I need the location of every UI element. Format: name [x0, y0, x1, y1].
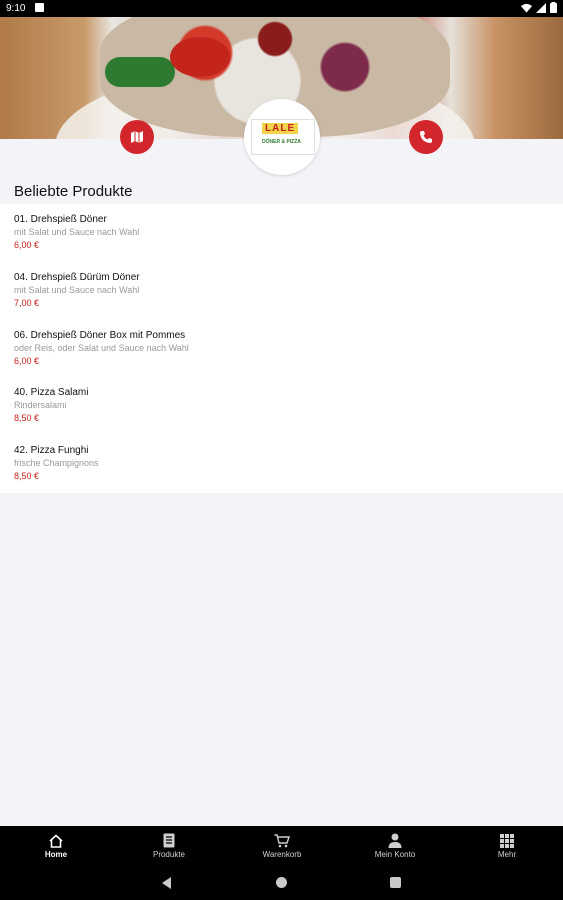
- bottom-navigation: Home Produkte Warenkorb Mein Konto Mehr: [0, 826, 563, 866]
- product-item[interactable]: 42. Pizza Funghi frische Champignons 8,5…: [14, 444, 534, 483]
- map-button[interactable]: [120, 120, 154, 154]
- recents-icon[interactable]: [390, 877, 401, 888]
- product-description: Rindersalami: [14, 400, 67, 410]
- hero-pepper: [105, 57, 175, 87]
- product-name: 42. Pizza Funghi: [14, 445, 89, 456]
- product-price: 6,00 €: [14, 240, 40, 250]
- phone-icon: [420, 131, 432, 143]
- menu-book-icon: [163, 833, 175, 848]
- notification-icon: [35, 3, 44, 12]
- product-item[interactable]: 04. Drehspieß Dürüm Döner mit Salat und …: [14, 271, 534, 310]
- home-icon: [49, 834, 63, 848]
- back-icon[interactable]: [162, 877, 171, 889]
- product-price: 7,00 €: [14, 298, 40, 308]
- product-description: mit Salat und Sauce nach Wahl: [14, 285, 140, 295]
- product-name: 40. Pizza Salami: [14, 387, 89, 398]
- logo-card: LALE DÖNER & PIZZA: [251, 119, 315, 155]
- product-item[interactable]: 01. Drehspieß Döner mit Salat und Sauce …: [14, 213, 534, 252]
- product-price: 8,50 €: [14, 471, 40, 481]
- product-name: 04. Drehspieß Dürüm Döner: [14, 272, 140, 283]
- product-name: 01. Drehspieß Döner: [14, 214, 107, 225]
- home-circle-icon[interactable]: [276, 877, 287, 888]
- status-bar: 9:10: [0, 0, 563, 17]
- battery-icon: [550, 2, 557, 13]
- nav-products[interactable]: Produkte: [113, 826, 225, 866]
- product-description: mit Salat und Sauce nach Wahl: [14, 227, 140, 237]
- nav-account[interactable]: Mein Konto: [339, 826, 451, 866]
- product-price: 8,50 €: [14, 413, 40, 423]
- product-description: frische Champignons: [14, 458, 99, 468]
- restaurant-logo: LALE DÖNER & PIZZA: [244, 99, 320, 175]
- product-list: 01. Drehspieß Döner mit Salat und Sauce …: [0, 204, 563, 493]
- status-time: 9:10: [6, 3, 26, 14]
- logo-brand-text: LALE: [262, 123, 299, 134]
- wifi-icon: [521, 3, 532, 13]
- nav-home[interactable]: Home: [0, 826, 112, 866]
- product-item[interactable]: 40. Pizza Salami Rindersalami 8,50 €: [14, 386, 534, 425]
- nav-cart[interactable]: Warenkorb: [226, 826, 338, 866]
- nav-label: Home: [44, 850, 68, 859]
- nav-label: Mehr: [497, 850, 517, 859]
- product-item[interactable]: 06. Drehspieß Döner Box mit Pommes oder …: [14, 329, 534, 368]
- nav-more[interactable]: Mehr: [451, 826, 563, 866]
- logo-subtitle: DÖNER & PIZZA: [262, 139, 301, 145]
- nav-label: Produkte: [152, 850, 186, 859]
- product-name: 06. Drehspieß Döner Box mit Pommes: [14, 330, 186, 341]
- signal-icon: [536, 2, 546, 13]
- nav-label: Mein Konto: [374, 850, 416, 859]
- grid-icon: [500, 834, 514, 848]
- map-icon: [131, 131, 143, 143]
- call-button[interactable]: [409, 120, 443, 154]
- person-icon: [388, 833, 402, 848]
- hero-tomato: [170, 37, 230, 77]
- product-price: 6,00 €: [14, 356, 40, 366]
- system-navigation-bar: [0, 866, 563, 900]
- cart-icon: [274, 834, 290, 848]
- status-icons: [521, 2, 557, 13]
- nav-label: Warenkorb: [262, 850, 302, 859]
- section-title: Beliebte Produkte: [14, 183, 133, 200]
- product-description: oder Reis, oder Salat und Sauce nach Wah…: [14, 343, 189, 353]
